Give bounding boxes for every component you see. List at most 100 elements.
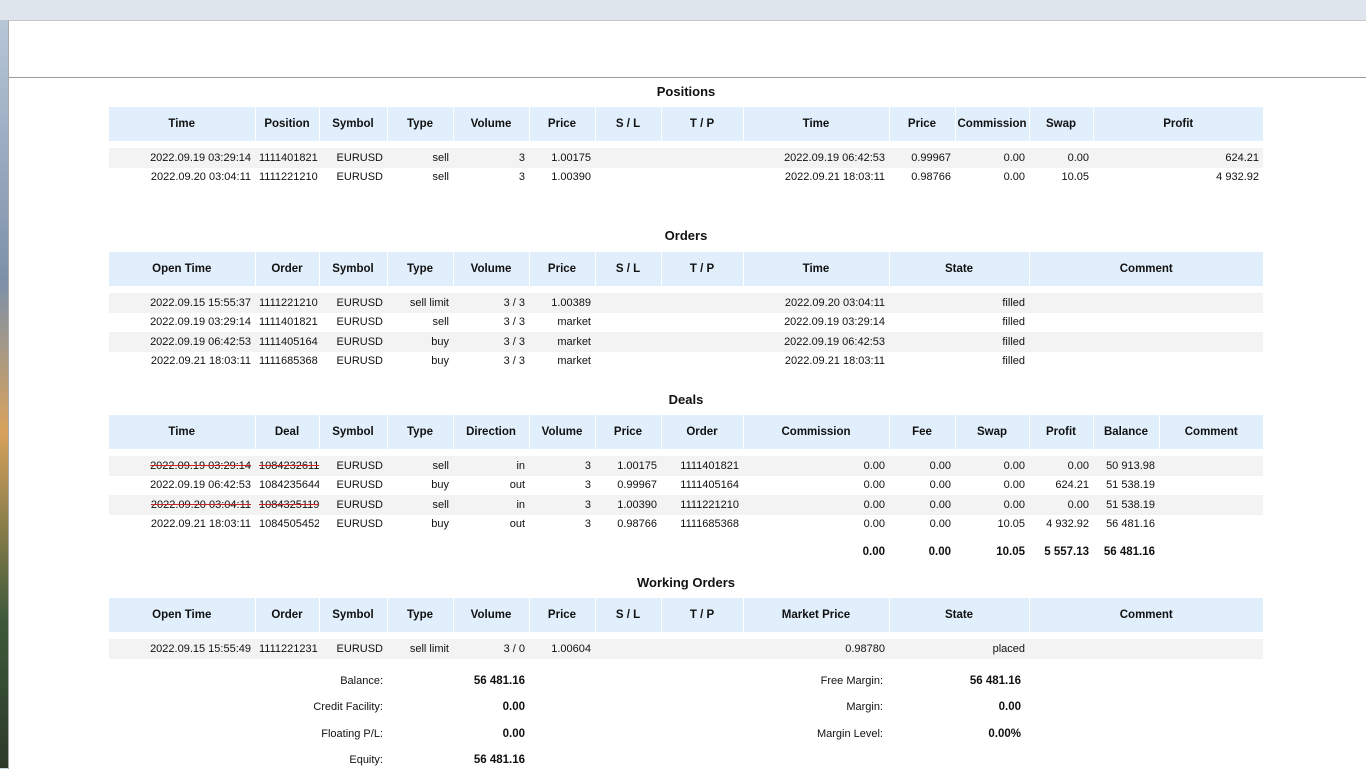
- col-comment: Comment: [1029, 252, 1263, 286]
- col-price: Price: [595, 415, 662, 449]
- cell-type: sell: [387, 456, 453, 476]
- cell-price: 1.00175: [595, 456, 661, 476]
- cell-sl: [595, 639, 661, 659]
- cell-sl: [595, 148, 661, 168]
- cell-time: 2022.09.19 06:42:53: [150, 479, 251, 492]
- table-row: 2022.09.21 18:03:11 1111685368 EURUSD bu…: [109, 352, 1263, 372]
- cell-tp: [661, 293, 743, 313]
- table-row: 2022.09.19 06:42:53 1084235644 EURUSD bu…: [109, 476, 1263, 496]
- cell-order: 1111401821: [661, 456, 743, 476]
- window-header: [9, 21, 1366, 78]
- cell-deal: 1084232611: [255, 456, 319, 476]
- col-position: Position: [255, 107, 320, 141]
- cell-volume: 3: [453, 148, 529, 168]
- orders-header-row: Open Time Order Symbol Type Volume Price…: [109, 252, 1263, 286]
- cell-comment: [1029, 639, 1263, 659]
- cell-symbol: EURUSD: [336, 479, 383, 492]
- desktop-wallpaper-edge: [0, 20, 8, 768]
- cell-volume: 3: [529, 495, 595, 515]
- cell-price: market: [557, 355, 591, 368]
- margin-level-value: 0.00%: [988, 728, 1021, 740]
- cell-comment: [1029, 332, 1263, 352]
- col-symbol: Symbol: [319, 598, 388, 632]
- cell-swap: 10.05: [1061, 171, 1089, 184]
- positions-header-row: Time Position Symbol Type Volume Price S…: [109, 107, 1263, 141]
- cell-volume: 3: [584, 479, 591, 492]
- col-tp: T / P: [661, 598, 744, 632]
- table-row: 2022.09.19 06:42:53 1111405164 EURUSD bu…: [109, 332, 1263, 352]
- cell-type: sell: [432, 316, 449, 329]
- total-commission: 0.00: [743, 541, 889, 563]
- col-close-time: Time: [743, 107, 890, 141]
- cell-price: 1.00390: [551, 171, 591, 184]
- cell-direction: out: [509, 518, 525, 531]
- col-sl: S / L: [595, 107, 662, 141]
- cell-state: filled: [1002, 355, 1025, 368]
- total-swap: 10.05: [955, 541, 1029, 563]
- cell-sl: [595, 313, 661, 333]
- cell-price: 1.00175: [529, 148, 595, 168]
- col-profit: Profit: [1093, 107, 1263, 141]
- cell-time: 2022.09.19 03:29:14: [109, 148, 255, 168]
- cell-price: market: [529, 332, 595, 352]
- cell-time: 2022.09.19 03:29:14: [784, 316, 885, 329]
- col-order: Order: [255, 598, 320, 632]
- cell-type: sell: [387, 148, 453, 168]
- col-swap: Swap: [1029, 107, 1094, 141]
- col-direction: Direction: [453, 415, 530, 449]
- positions-table: Time Position Symbol Type Volume Price S…: [109, 107, 1263, 187]
- balance-label: Balance:: [340, 675, 383, 687]
- cell-symbol: EURUSD: [319, 639, 387, 659]
- col-state: State: [889, 252, 1030, 286]
- margin-value: 0.00: [998, 701, 1021, 713]
- col-volume: Volume: [453, 598, 530, 632]
- cell-position: 1111221210: [259, 171, 318, 184]
- cell-close-price: 0.98766: [911, 171, 951, 184]
- col-tp: T / P: [661, 107, 744, 141]
- cell-type: sell: [432, 171, 449, 184]
- col-comment: Comment: [1029, 598, 1263, 632]
- cell-state: filled: [889, 293, 1029, 313]
- credit-facility-value: 0.00: [502, 701, 525, 713]
- cell-symbol: EURUSD: [319, 332, 387, 352]
- deals-table: Time Deal Symbol Type Direction Volume P…: [109, 415, 1263, 563]
- report-window: Positions Time Position Symbol Type Volu…: [8, 20, 1366, 769]
- cell-direction: in: [453, 495, 529, 515]
- working-orders-table: Open Time Order Symbol Type Volume Price…: [109, 598, 1263, 659]
- col-profit: Profit: [1029, 415, 1094, 449]
- cell-price: 1.00604: [529, 639, 595, 659]
- cell-type: sell limit: [387, 639, 453, 659]
- col-sl: S / L: [595, 598, 662, 632]
- cell-state: filled: [1002, 316, 1025, 329]
- cell-sl: [595, 168, 661, 188]
- cell-price: 0.99967: [617, 479, 657, 492]
- cell-balance: 51 538.19: [1106, 479, 1155, 492]
- cell-commission: 0.00: [863, 479, 885, 492]
- cell-sl: [595, 293, 661, 313]
- cell-order: 1111685368: [259, 355, 318, 368]
- cell-order: 1111401821: [259, 316, 318, 329]
- col-fee: Fee: [889, 415, 956, 449]
- col-symbol: Symbol: [319, 252, 388, 286]
- cell-profit: 4 932.92: [1046, 518, 1089, 531]
- floating-pl-value: 0.00: [502, 728, 525, 740]
- col-open-time: Open Time: [109, 252, 256, 286]
- col-commission: Commission: [743, 415, 890, 449]
- cell-open-time: 2022.09.15 15:55:37: [109, 293, 255, 313]
- cell-commission: 0.00: [1003, 171, 1025, 184]
- cell-fee: 0.00: [929, 479, 951, 492]
- orders-title: Orders: [664, 228, 708, 243]
- cell-position: 1111401821: [255, 148, 319, 168]
- cell-open-time: 2022.09.21 18:03:11: [150, 355, 251, 368]
- cell-balance: 50 913.98: [1093, 456, 1159, 476]
- cell-commission: 0.00: [955, 148, 1029, 168]
- cell-swap: 0.00: [1029, 148, 1093, 168]
- cell-tp: [661, 639, 743, 659]
- col-type: Type: [387, 598, 454, 632]
- cell-deal: 1084235644: [259, 479, 319, 492]
- col-tp: T / P: [661, 252, 744, 286]
- cell-symbol: EURUSD: [336, 355, 383, 368]
- working-orders-title: Working Orders: [636, 575, 735, 590]
- cell-direction: out: [509, 479, 525, 492]
- cell-sl: [595, 332, 661, 352]
